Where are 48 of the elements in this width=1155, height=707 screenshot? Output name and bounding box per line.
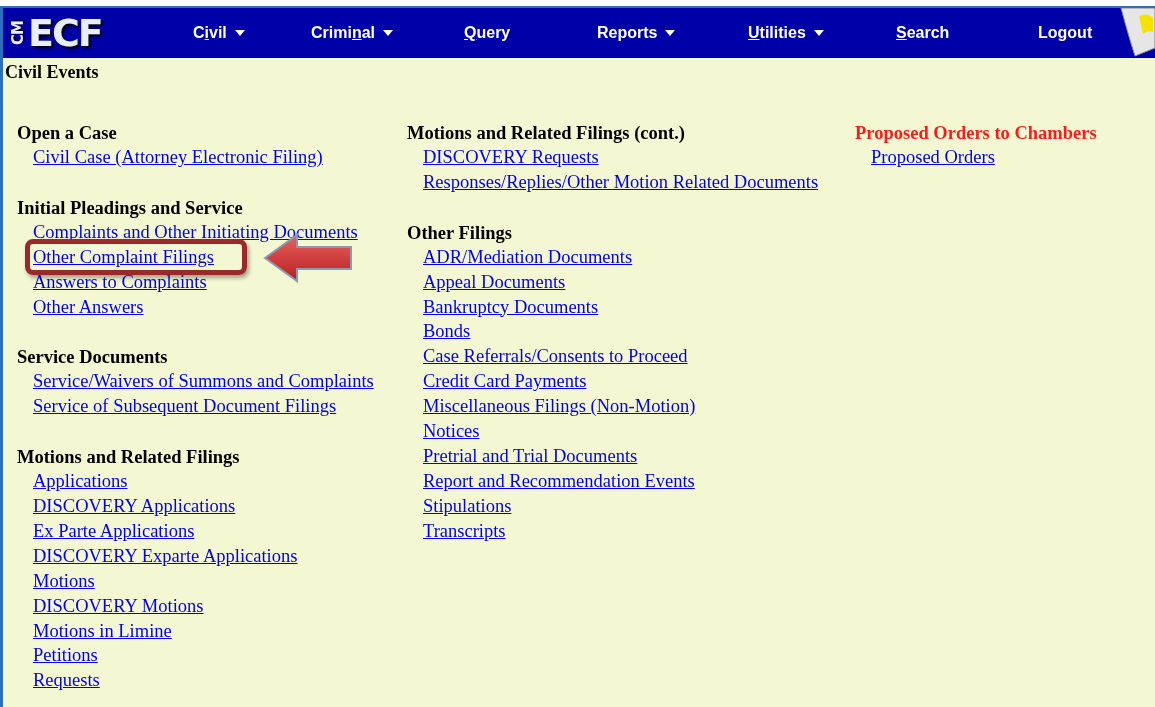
event-link[interactable]: Proposed Orders <box>871 147 995 167</box>
event-link[interactable]: Requests <box>33 670 100 691</box>
section-heading: Proposed Orders to Chambers <box>855 122 1098 145</box>
section-heading: Service Documents <box>17 346 169 370</box>
page-title: Civil Events <box>4 61 100 83</box>
event-link[interactable]: DISCOVERY Requests <box>423 147 599 167</box>
menu-item[interactable]: Query <box>464 24 597 42</box>
event-link[interactable]: Case Referrals/Consents to Proceed <box>423 346 688 367</box>
page-curl-icon <box>1117 8 1155 60</box>
section-heading: Initial Pleadings and Service <box>17 196 244 220</box>
event-link[interactable]: Pretrial and Trial Documents <box>423 445 638 466</box>
section-heading: Other Filings <box>407 221 513 245</box>
event-link[interactable]: Complaints and Other Initiating Documents <box>33 221 358 242</box>
event-link[interactable]: Motions in Limine <box>33 620 172 641</box>
event-link[interactable]: Motions <box>33 570 95 591</box>
event-link[interactable]: Ex Parte Applications <box>33 521 195 541</box>
event-link[interactable]: Applications <box>33 471 128 492</box>
event-link[interactable]: Other Complaint Filings <box>33 246 214 267</box>
menu-item[interactable]: Criminal <box>311 24 464 42</box>
event-link[interactable]: Stipulations <box>423 495 512 516</box>
logo: CM ECF <box>8 11 103 55</box>
event-link[interactable]: Petitions <box>33 645 98 666</box>
event-link[interactable]: Civil Case (Attorney Electronic Filing) <box>33 147 323 167</box>
section-heading: Motions and Related Filings <box>17 446 241 470</box>
event-link[interactable]: DISCOVERY Exparte Applications <box>33 545 298 566</box>
event-link[interactable]: Bonds <box>423 321 471 342</box>
menu-item[interactable]: Civil <box>193 24 311 42</box>
event-link[interactable]: Service/Waivers of Summons and Complaints <box>33 371 374 392</box>
event-link[interactable]: DISCOVERY Motions <box>33 595 204 616</box>
menu-item[interactable]: Search <box>896 24 1038 42</box>
event-link[interactable]: Responses/Replies/Other Motion Related Documents <box>423 171 819 192</box>
event-link[interactable]: Miscellaneous Filings (Non-Motion) <box>423 396 696 417</box>
event-link[interactable]: Service of Subsequent Document Filings <box>33 396 337 417</box>
section-heading: Motions and Related Filings (cont.) <box>407 122 686 145</box>
event-link[interactable]: ADR/Mediation Documents <box>423 246 633 267</box>
menu-item[interactable]: Logout <box>1038 24 1118 42</box>
event-link[interactable]: Transcripts <box>423 520 506 541</box>
event-link[interactable]: Answers to Complaints <box>33 271 207 292</box>
event-link[interactable]: Appeal Documents <box>423 271 566 292</box>
event-link[interactable]: Notices <box>423 421 480 441</box>
section-heading: Open a Case <box>17 122 118 145</box>
menu-item[interactable]: Reports <box>597 24 748 42</box>
event-link[interactable]: Credit Card Payments <box>423 371 587 392</box>
event-link[interactable]: Bankruptcy Documents <box>423 296 599 317</box>
event-link[interactable]: DISCOVERY Applications <box>33 496 236 517</box>
event-link[interactable]: Report and Recommendation Events <box>423 470 695 491</box>
menu-item[interactable]: Utilities <box>748 24 896 42</box>
event-link[interactable]: Other Answers <box>33 296 144 317</box>
